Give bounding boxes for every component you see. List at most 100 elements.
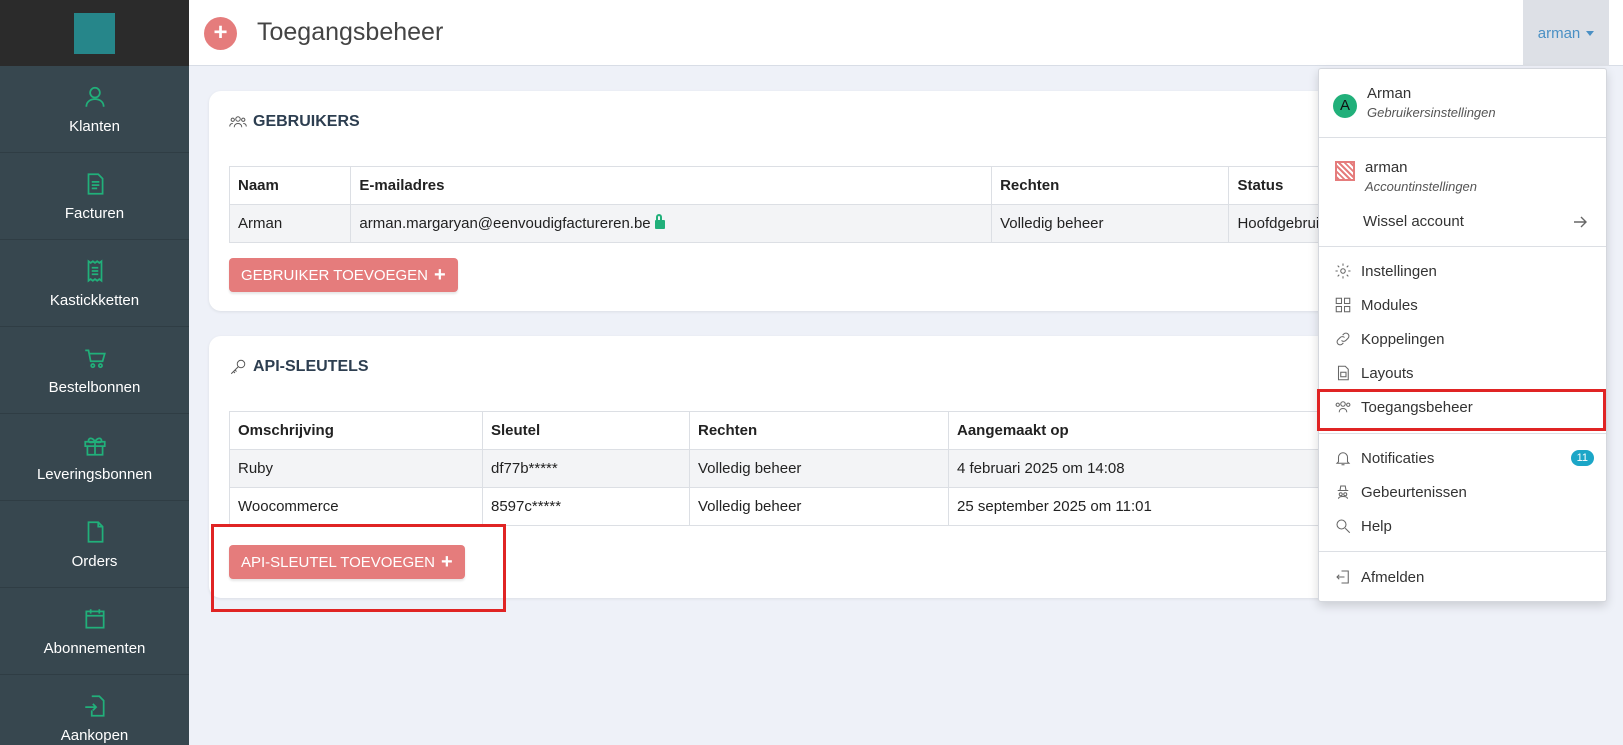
cell-rechten: Volledig beheer <box>991 204 1230 243</box>
column-header: Aangemaakt op <box>948 411 1349 450</box>
user-settings-link[interactable]: Gebruikersinstellingen <box>1367 105 1496 120</box>
column-header: E-mailadres <box>350 166 993 205</box>
menu-item-layouts[interactable]: Layouts <box>1319 356 1606 390</box>
add-user-button-label: GEBRUIKER TOEVOEGEN <box>241 266 428 284</box>
key-icon <box>230 359 246 375</box>
highlight-box <box>211 524 506 612</box>
users-card: GEBRUIKERS Naam E-mailadres Rechten Stat… <box>209 91 1349 311</box>
add-user-button[interactable]: GEBRUIKER TOEVOEGEN + <box>229 258 458 292</box>
email-text: arman.margaryan@eenvoudigfactureren.be <box>359 215 651 232</box>
sidebar-item-abonnementen[interactable]: Abonnementen <box>0 588 189 675</box>
sidebar-item-aankopen[interactable]: Aankopen <box>0 675 189 745</box>
divider <box>1319 433 1606 434</box>
cell-sleutel: df77b***** <box>482 449 690 488</box>
column-header: Rechten <box>991 166 1230 205</box>
search-icon <box>1333 516 1353 536</box>
users-card-title: GEBRUIKERS <box>229 113 360 131</box>
divider <box>1319 551 1606 552</box>
menu-item-gebeurtenissen[interactable]: Gebeurtenissen <box>1319 475 1606 509</box>
sidebar-item-orders[interactable]: Orders <box>0 501 189 588</box>
invoice-icon <box>87 172 103 195</box>
account-settings-link[interactable]: Accountinstellingen <box>1365 179 1477 194</box>
layout-icon <box>1333 363 1353 383</box>
table-header-row: Omschrijving Sleutel Rechten Aangemaakt … <box>229 411 1349 450</box>
user-name[interactable]: Arman <box>1367 85 1411 102</box>
users-icon <box>229 116 247 128</box>
menu-item-afmelden[interactable]: Afmelden <box>1319 560 1606 594</box>
cell-rechten: Volledig beheer <box>689 487 949 526</box>
calendar-icon <box>84 608 105 629</box>
sidebar-item-kastickketten[interactable]: Kastickketten <box>0 240 189 327</box>
receipt-icon <box>87 259 102 282</box>
menu-item-label: Help <box>1361 517 1392 535</box>
add-button[interactable]: + <box>204 17 237 50</box>
menu-item-label: Koppelingen <box>1361 330 1445 348</box>
sidebar-item-label: Kastickketten <box>49 291 140 309</box>
cell-omschrijving: Woocommerce <box>229 487 483 526</box>
menu-item-label: Notificaties <box>1361 449 1435 467</box>
menu-item-notificaties[interactable]: Notificaties 11 <box>1319 441 1606 475</box>
user-menu-button[interactable]: arman <box>1523 0 1609 66</box>
sidebar-item-label: Leveringsbonnen <box>36 465 153 483</box>
logout-icon <box>1333 567 1353 587</box>
lock-icon <box>654 214 665 229</box>
cell-aangemaakt: 4 februari 2025 om 14:08 <box>948 449 1349 488</box>
avatar: A <box>1333 94 1357 118</box>
sidebar-item-label: Klanten <box>69 117 120 135</box>
highlight-box <box>1317 389 1606 431</box>
link-icon <box>1333 329 1353 349</box>
sidebar-item-label: Bestelbonnen <box>48 378 141 396</box>
switch-account-item[interactable]: Wissel account <box>1319 204 1606 238</box>
menu-item-label: Instellingen <box>1361 262 1437 280</box>
cell-omschrijving: Ruby <box>229 449 483 488</box>
sidebar-item-leveringsbonnen[interactable]: Leveringsbonnen <box>0 414 189 501</box>
menu-item-label: Gebeurtenissen <box>1361 483 1467 501</box>
cell-sleutel: 8597c***** <box>482 487 690 526</box>
menu-item-instellingen[interactable]: Instellingen <box>1319 254 1606 288</box>
table-row[interactable]: Arman arman.margaryan@eenvoudigfacturere… <box>228 204 1349 243</box>
chevron-down-icon <box>1586 30 1595 36</box>
import-icon <box>84 694 105 717</box>
arrow-right-icon <box>1574 216 1587 228</box>
page-title: Toegangsbeheer <box>257 18 444 46</box>
table-header-row: Naam E-mailadres Rechten Status <box>228 166 1349 205</box>
column-header: Sleutel <box>482 411 690 450</box>
users-title-text: GEBRUIKERS <box>253 113 360 130</box>
sidebar-item-label: Orders <box>71 552 118 570</box>
menu-item-label: Modules <box>1361 296 1418 314</box>
table-row[interactable]: Ruby df77b***** Volledig beheer 4 februa… <box>229 449 1349 488</box>
sidebar: Klanten Facturen Kastickketten Bestelbon… <box>0 0 189 745</box>
api-keys-table: Omschrijving Sleutel Rechten Aangemaakt … <box>229 411 1349 526</box>
sidebar-item-label: Aankopen <box>60 726 129 744</box>
sidebar-item-facturen[interactable]: Facturen <box>0 153 189 240</box>
user-dropdown-menu: A Arman Gebruikersinstellingen arman Acc… <box>1317 68 1607 602</box>
table-row[interactable]: Woocommerce 8597c***** Volledig beheer 2… <box>229 487 1349 526</box>
top-header: + Toegangsbeheer arman <box>189 0 1623 66</box>
menu-item-label: Afmelden <box>1361 568 1425 586</box>
box-icon <box>83 437 106 456</box>
logo-area[interactable] <box>0 0 189 66</box>
column-header: Rechten <box>689 411 949 450</box>
column-header: Naam <box>228 166 352 205</box>
sidebar-item-label: Facturen <box>64 204 125 222</box>
account-logo-icon <box>1335 161 1355 181</box>
account-name[interactable]: arman <box>1365 159 1408 176</box>
user-menu-label: arman <box>1537 24 1581 42</box>
menu-item-koppelingen[interactable]: Koppelingen <box>1319 322 1606 356</box>
cart-icon <box>84 349 106 368</box>
app-logo[interactable] <box>74 12 115 54</box>
api-title-text: API-SLEUTELS <box>253 358 369 375</box>
divider <box>1319 137 1606 138</box>
cell-aangemaakt: 25 september 2025 om 11:01 <box>948 487 1349 526</box>
api-card-title: API-SLEUTELS <box>229 358 369 376</box>
menu-item-modules[interactable]: Modules <box>1319 288 1606 322</box>
sidebar-item-bestelbonnen[interactable]: Bestelbonnen <box>0 327 189 414</box>
menu-item-help[interactable]: Help <box>1319 509 1606 543</box>
document-icon <box>87 520 103 543</box>
sidebar-item-label: Abonnementen <box>43 639 146 657</box>
cell-rechten: Volledig beheer <box>689 449 949 488</box>
divider <box>1319 246 1606 247</box>
sidebar-item-klanten[interactable]: Klanten <box>0 66 189 153</box>
plus-icon: + <box>434 264 446 286</box>
column-header: Omschrijving <box>229 411 483 450</box>
